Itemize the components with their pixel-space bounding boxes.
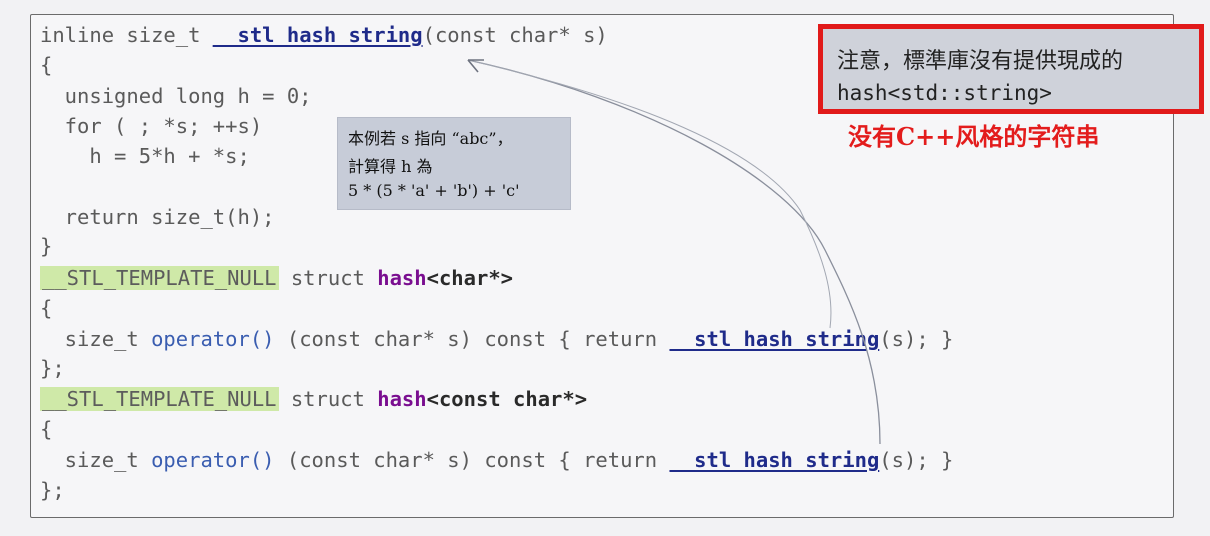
handwritten-arrow-icon xyxy=(467,59,881,445)
